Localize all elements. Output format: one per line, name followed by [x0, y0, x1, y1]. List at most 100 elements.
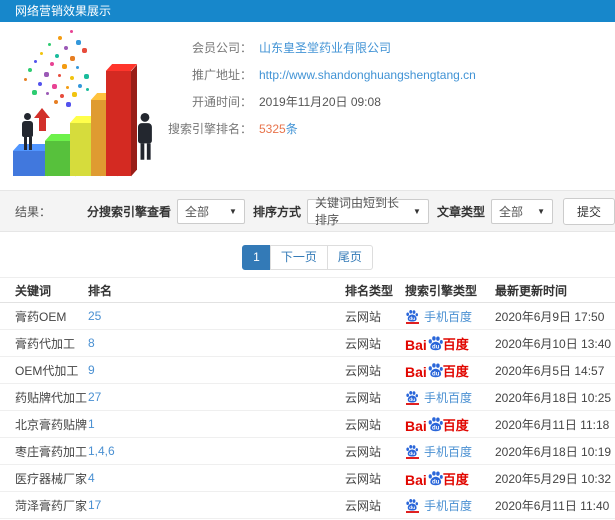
engine-cell: du 手机百度 [405, 443, 495, 460]
confetti-dot [50, 62, 54, 66]
promo-url-link[interactable]: http://www.shandonghuangshengtang.cn [259, 68, 476, 82]
sort-value: 关键词由短到长排序 [314, 196, 399, 227]
page: 网络营销效果展示 会员公司： 山东皇圣堂药业有限公司 推广地址： http://… [0, 0, 615, 520]
col-rank-type: 排名类型 [345, 283, 394, 298]
company-label: 会员公司： [191, 41, 252, 55]
filter-group: 分搜索引擎查看 全部 ▼ 排序方式 关键词由短到长排序 ▼ 文章类型 全部 ▼ … [79, 196, 615, 227]
baidu-logo: Bai du 百度 [405, 417, 469, 434]
confetti-dot [28, 68, 32, 72]
updated-cell: 2020年6月18日 10:19 [495, 444, 612, 459]
sort-label: 排序方式 [252, 204, 301, 219]
rank-link[interactable]: 8 [88, 336, 345, 350]
updated-cell: 2020年6月18日 10:25 [495, 390, 612, 405]
keyword-cell: 菏泽膏药厂家 [15, 498, 88, 513]
engine-label: 手机百度 [424, 444, 473, 459]
chevron-down-icon: ▼ [537, 206, 545, 216]
confetti-dot [70, 30, 73, 33]
table-row: 医疗器械厂家 4 云网站 Bai du 百度 2020年5月29日 10:32 [0, 465, 615, 492]
rank-count-number: 5325 [259, 122, 286, 136]
chevron-down-icon: ▼ [229, 206, 237, 216]
next-page-button[interactable]: 下一页 [269, 245, 328, 270]
confetti-dot [44, 72, 49, 77]
updated-cell: 2020年6月9日 17:50 [495, 309, 605, 324]
col-keyword: 关键词 [15, 283, 52, 298]
filter-bar: 结果： 分搜索引擎查看 全部 ▼ 排序方式 关键词由短到长排序 ▼ 文章类型 全… [0, 190, 615, 232]
article-type-label: 文章类型 [436, 204, 485, 219]
page-1-button[interactable]: 1 [242, 245, 271, 270]
rank-type-cell: 云网站 [345, 336, 382, 351]
rank-count-suffix: 条 [285, 122, 298, 136]
businessman-figure [138, 113, 152, 160]
updated-cell: 2020年6月5日 14:57 [495, 363, 605, 378]
col-updated: 最新更新时间 [495, 283, 568, 298]
confetti-dot [58, 74, 61, 77]
mobile-baidu-icon: du [405, 498, 419, 513]
confetti-dot [82, 48, 87, 53]
engine-cell: Bai du 百度 [405, 414, 495, 434]
company-link[interactable]: 山东皇圣堂药业有限公司 [259, 39, 391, 56]
table-row: OEM代加工 9 云网站 Bai du 百度 2020年6月5日 14:57 [0, 357, 615, 384]
rank-link[interactable]: 1,4,6 [88, 444, 345, 458]
engine-rank-label: 搜索引擎排名： [167, 122, 252, 136]
svg-text:du: du [432, 479, 440, 485]
baidu-logo: Bai du 百度 [405, 363, 469, 380]
engine-cell: Bai du 百度 [405, 360, 495, 380]
pagination: 1 下一页 尾页 [0, 245, 615, 270]
submit-button[interactable]: 提交 [562, 197, 615, 225]
confetti-dot [86, 88, 89, 91]
rank-type-cell: 云网站 [345, 363, 382, 378]
table-row: 北京膏药贴牌 1 云网站 Bai du 百度 2020年6月11日 11:18 [0, 411, 615, 438]
table-header: 关键词 排名 排名类型 搜索引擎类型 最新更新时间 [0, 277, 615, 303]
baidu-paw-icon: du [406, 444, 419, 457]
confetti-dot [58, 36, 62, 40]
info-section: 会员公司： 山东皇圣堂药业有限公司 推广地址： http://www.shand… [0, 22, 615, 190]
results-table: 关键词 排名 排名类型 搜索引擎类型 最新更新时间 膏药OEM 25 云网站 du 手机… [0, 277, 615, 519]
engine-filter-select[interactable]: 全部 ▼ [176, 198, 245, 224]
confetti-dot [76, 40, 81, 45]
confetti-dot [66, 86, 69, 89]
confetti-dot [32, 90, 37, 95]
confetti-dot [64, 46, 68, 50]
mobile-baidu-icon: du [405, 390, 419, 405]
open-time-row: 开通时间： 2019年11月20日 09:08 [160, 88, 476, 115]
keyword-cell: OEM代加工 [15, 363, 79, 378]
updated-cell: 2020年6月11日 11:40 [495, 498, 610, 513]
updated-cell: 2020年5月29日 10:32 [495, 471, 612, 486]
bar-3d [105, 64, 138, 177]
table-row: 膏药OEM 25 云网站 du 手机百度 2020年6月9日 17:50 [0, 303, 615, 330]
engine-cell: du 手机百度 [405, 497, 495, 514]
baidu-logo: Bai du 百度 [405, 336, 469, 353]
confetti-dot [60, 94, 64, 98]
baidu-paw-icon: du [428, 363, 443, 377]
last-page-button[interactable]: 尾页 [326, 245, 373, 270]
title-bar: 网络营销效果展示 [0, 0, 615, 22]
rank-link[interactable]: 17 [88, 498, 345, 512]
rank-link[interactable]: 1 [88, 417, 345, 431]
rank-link[interactable]: 27 [88, 390, 345, 404]
table-row: 菏泽膏药厂家 17 云网站 du 手机百度 2020年6月11日 11:40 [0, 492, 615, 519]
open-time-label: 开通时间： [191, 95, 252, 109]
confetti-dot [66, 102, 71, 107]
article-type-select[interactable]: 全部 ▼ [490, 198, 553, 224]
promo-url-label: 推广地址： [191, 68, 252, 82]
keyword-cell: 医疗器械厂家 [15, 471, 88, 486]
updated-cell: 2020年6月11日 11:18 [495, 417, 610, 432]
rank-link[interactable]: 4 [88, 471, 345, 485]
confetti-dot [48, 43, 51, 46]
keyword-cell: 药贴牌代加工 [15, 390, 88, 405]
confetti-dot [62, 64, 67, 69]
table-row: 膏药代加工 8 云网站 Bai du 百度 2020年6月10日 13:40 [0, 330, 615, 357]
baidu-paw-icon: du [428, 471, 443, 485]
confetti-dot [78, 84, 82, 88]
confetti-dot [55, 54, 59, 58]
sort-select[interactable]: 关键词由短到长排序 ▼ [306, 196, 429, 227]
bar-3d [12, 144, 54, 177]
baidu-paw-icon: du [406, 498, 419, 511]
rank-link[interactable]: 9 [88, 363, 345, 377]
rank-link[interactable]: 25 [88, 309, 345, 323]
info-list: 会员公司： 山东皇圣堂药业有限公司 推广地址： http://www.shand… [160, 34, 476, 142]
svg-text:du: du [432, 344, 440, 350]
engine-label: 手机百度 [424, 390, 473, 405]
confetti-dot [24, 78, 27, 81]
confetti-dot [52, 84, 57, 89]
